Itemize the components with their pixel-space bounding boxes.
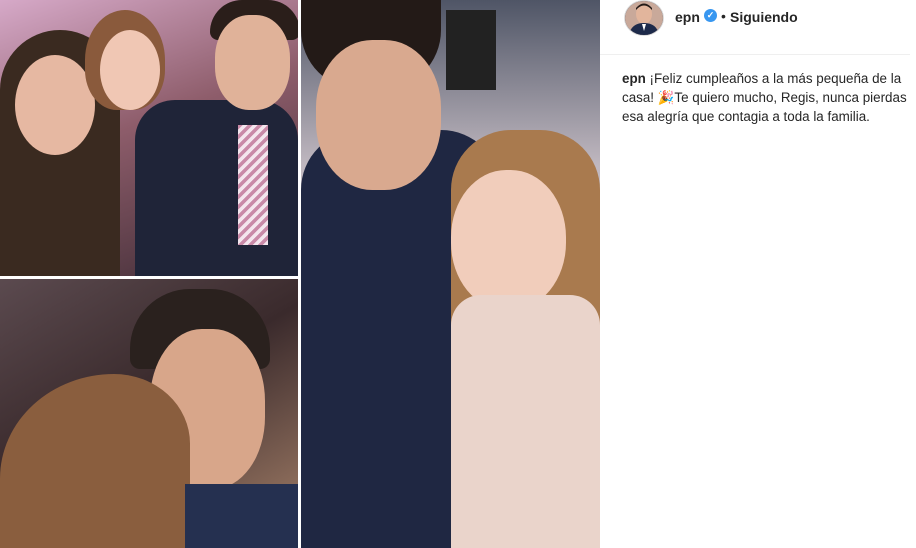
header-separator: • xyxy=(721,8,726,24)
photo-man-face-shape xyxy=(215,15,290,110)
avatar[interactable] xyxy=(624,0,664,36)
photo-girl-hair-shape xyxy=(0,374,190,548)
collage-divider-horizontal xyxy=(0,276,298,279)
verified-badge-icon: ✓ xyxy=(704,9,717,22)
photo-girl-dress-shape xyxy=(451,295,600,548)
caption-username[interactable]: epn xyxy=(622,71,646,86)
post-caption: epn ¡Feliz cumpleaños a la más pequeña d… xyxy=(622,69,907,126)
post-image-collage[interactable] xyxy=(0,0,600,548)
photo-girl-face-shape xyxy=(100,30,160,110)
caption-text: ¡Feliz cumpleaños a la más pequeña de la… xyxy=(622,71,907,124)
collage-divider-vertical xyxy=(298,0,301,548)
photo-girl-face-shape xyxy=(451,170,566,310)
photo-portrait-hug xyxy=(301,0,600,548)
post-sidebar: epn ✓ • Siguiendo epn ¡Feliz cumpleaños … xyxy=(600,0,916,548)
photo-woman-face-shape xyxy=(15,55,95,155)
photo-family-group xyxy=(0,0,298,276)
photo-man-suit-shape xyxy=(185,484,298,548)
following-button[interactable]: Siguiendo xyxy=(730,9,798,25)
photo-striped-tie-shape xyxy=(238,125,268,245)
photo-man-face-shape xyxy=(316,40,441,190)
post-header: epn ✓ • Siguiendo xyxy=(600,0,910,55)
photo-speaker-shape xyxy=(446,10,496,90)
avatar-portrait-icon xyxy=(625,1,663,35)
header-username[interactable]: epn xyxy=(675,9,700,25)
photo-hug-closeup xyxy=(0,279,298,548)
photo-man-suit-shape xyxy=(135,100,298,276)
